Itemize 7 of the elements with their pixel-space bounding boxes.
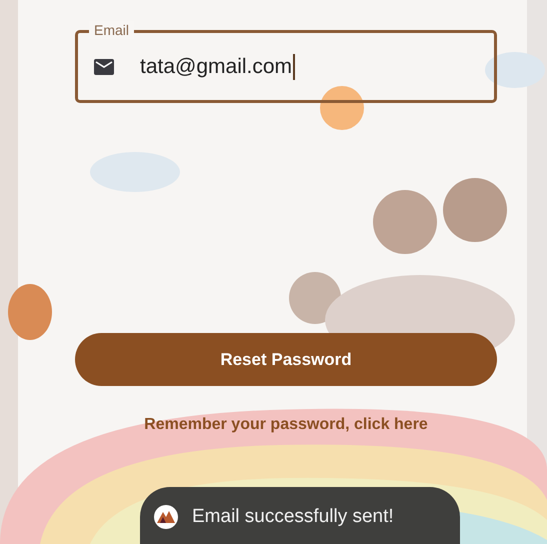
text-cursor	[293, 54, 296, 80]
toast-message: Email successfully sent!	[192, 506, 394, 528]
reset-password-button[interactable]: Reset Password	[75, 333, 497, 386]
mountain-icon	[154, 504, 178, 528]
mail-icon	[94, 58, 114, 74]
email-value: tata@gmail.com	[140, 54, 292, 78]
login-link[interactable]: Remember your password, click here	[144, 416, 428, 434]
